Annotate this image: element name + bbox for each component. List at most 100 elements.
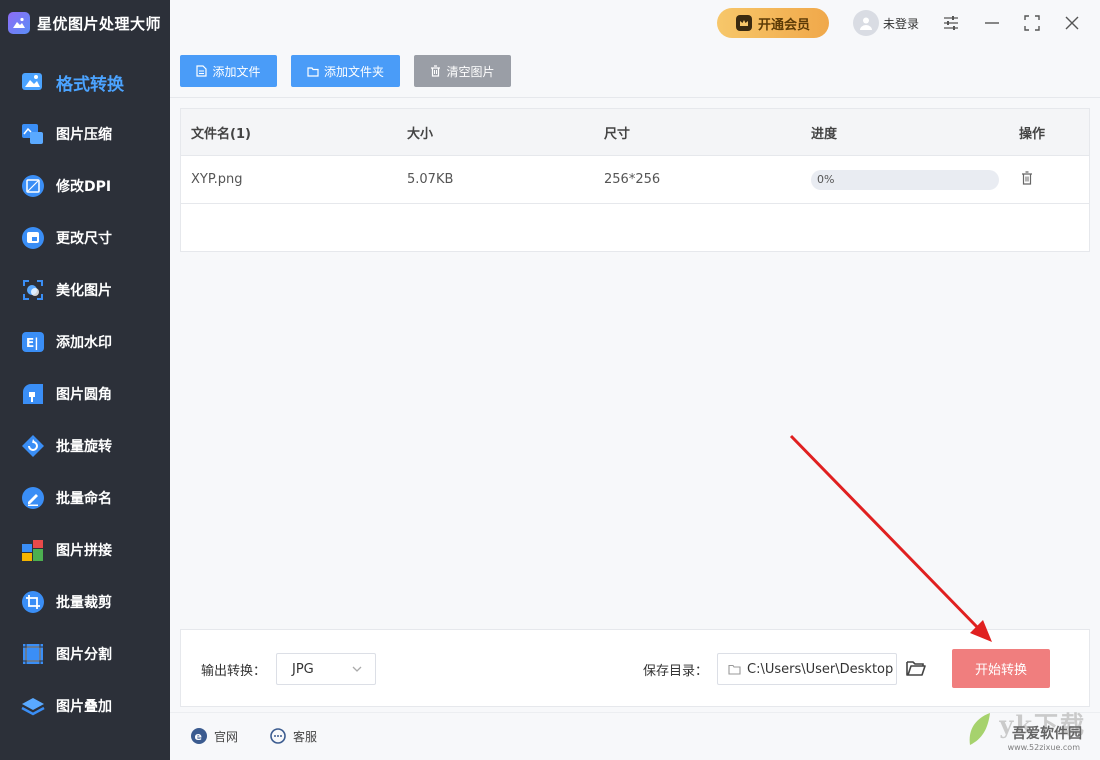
cell-filename: XYP.png	[191, 172, 243, 187]
split-icon	[20, 641, 46, 667]
start-convert-button[interactable]: 开始转换	[952, 649, 1050, 688]
rotate-icon	[20, 433, 46, 459]
sidebar-item-overlay[interactable]: 图片叠加	[0, 680, 170, 732]
crown-icon	[735, 15, 752, 31]
sidebar-item-label: 批量旋转	[56, 439, 112, 455]
add-folder-button[interactable]: 添加文件夹	[291, 55, 400, 87]
table-header: 文件名(1) 大小 尺寸 进度 操作	[181, 109, 1089, 156]
progress-text: 0%	[817, 173, 835, 186]
customer-service-link[interactable]: 客服	[269, 727, 317, 745]
leaf-logo-icon	[969, 713, 990, 745]
chat-icon	[270, 728, 286, 744]
overlay-icon	[20, 693, 46, 719]
header-size: 大小	[407, 126, 434, 142]
save-directory-field[interactable]: C:\Users\User\Desktop	[717, 653, 897, 685]
sidebar-item-rotate[interactable]: 批量旋转	[0, 420, 170, 472]
output-settings-panel: 输出转换： JPG 保存目录： C:\Users\User\Desktop 开始…	[180, 629, 1090, 707]
sidebar-item-format-convert[interactable]: 格式转换	[0, 56, 170, 108]
app-title: 星优图片处理大师	[37, 14, 162, 33]
dpi-icon	[20, 173, 46, 199]
sidebar-item-watermark[interactable]: E| 添加水印	[0, 316, 170, 368]
sidebar-item-label: 图片分割	[56, 647, 112, 663]
sidebar-item-compress[interactable]: 图片压缩	[0, 108, 170, 160]
header-progress: 进度	[811, 126, 838, 142]
maximize-icon[interactable]	[1021, 12, 1043, 34]
add-file-button[interactable]: 添加文件	[180, 55, 277, 87]
sidebar-item-resize[interactable]: 更改尺寸	[0, 212, 170, 264]
svg-text:e: e	[195, 730, 202, 743]
cell-dimensions: 256*256	[604, 172, 661, 187]
sidebar: 星优图片处理大师 格式转换 图片压缩 修改DPI 更改尺寸 美化图片 E| 添加…	[0, 0, 170, 760]
output-format-select[interactable]: JPG	[276, 653, 376, 685]
sidebar-item-label: 批量裁剪	[56, 595, 112, 611]
header-dimensions: 尺寸	[604, 126, 631, 142]
close-icon[interactable]	[1061, 12, 1083, 34]
sidebar-item-crop[interactable]: 批量裁剪	[0, 576, 170, 628]
output-format-value: JPG	[292, 661, 314, 677]
toolbar: 添加文件 添加文件夹 清空图片	[180, 55, 511, 87]
svg-text:E|: E|	[26, 336, 39, 350]
rename-icon	[20, 485, 46, 511]
site-watermark: yk下载 吾爱软件园 www.52zixue.com	[964, 707, 1094, 760]
sidebar-item-label: 图片压缩	[56, 127, 112, 143]
sidebar-item-dpi[interactable]: 修改DPI	[0, 160, 170, 212]
file-table: 文件名(1) 大小 尺寸 进度 操作 XYP.png 5.07KB 256*25…	[180, 108, 1090, 252]
browse-folder-icon[interactable]	[905, 658, 927, 680]
header-filename: 文件名(1)	[191, 126, 251, 142]
clear-images-button[interactable]: 清空图片	[414, 55, 511, 87]
settings-sliders-icon[interactable]	[940, 12, 962, 34]
sidebar-item-rename[interactable]: 批量命名	[0, 472, 170, 524]
sidebar-nav: 格式转换 图片压缩 修改DPI 更改尺寸 美化图片 E| 添加水印 图片圆角 批…	[0, 56, 170, 732]
delete-row-icon[interactable]	[1021, 170, 1033, 189]
sidebar-item-stitch[interactable]: 图片拼接	[0, 524, 170, 576]
sidebar-item-label: 图片叠加	[56, 699, 112, 715]
add-folder-label: 添加文件夹	[324, 64, 385, 79]
sidebar-item-label: 添加水印	[56, 335, 112, 351]
crop-icon	[20, 589, 46, 615]
format-convert-icon	[20, 69, 46, 95]
toolbar-divider	[170, 97, 1100, 98]
resize-icon	[20, 225, 46, 251]
output-format-label: 输出转换：	[201, 664, 267, 679]
watermark-icon: E|	[20, 329, 46, 355]
table-row[interactable]: XYP.png 5.07KB 256*256 0%	[181, 156, 1089, 204]
folder-icon	[307, 66, 319, 77]
vip-label: 开通会员	[757, 17, 810, 33]
app-logo-icon	[8, 12, 30, 34]
save-directory-label: 保存目录：	[643, 664, 709, 679]
sidebar-item-beautify[interactable]: 美化图片	[0, 264, 170, 316]
watermark-url-text: www.52zixue.com	[1007, 743, 1080, 752]
progress-bar: 0%	[811, 169, 999, 190]
sidebar-item-label: 图片圆角	[56, 387, 112, 403]
rounded-corner-icon	[20, 381, 46, 407]
trash-icon	[431, 65, 441, 77]
minimize-icon[interactable]	[981, 12, 1003, 34]
sidebar-item-rounded-corner[interactable]: 图片圆角	[0, 368, 170, 420]
sidebar-item-label: 批量命名	[56, 491, 112, 507]
beautify-icon	[20, 277, 46, 303]
file-icon	[196, 65, 208, 77]
watermark-cn-text: 吾爱软件园	[1012, 726, 1082, 742]
stitch-icon	[20, 537, 46, 563]
add-file-label: 添加文件	[212, 64, 261, 79]
sidebar-item-label: 更改尺寸	[56, 231, 112, 247]
folder-small-icon	[728, 664, 741, 675]
sidebar-item-label: 图片拼接	[56, 543, 112, 559]
clear-images-label: 清空图片	[446, 64, 495, 79]
sidebar-item-label: 美化图片	[56, 283, 112, 299]
brand: 星优图片处理大师	[0, 0, 170, 46]
header-actions: 操作	[1019, 126, 1046, 142]
customer-service-label: 客服	[293, 729, 318, 744]
official-site-link[interactable]: e 官网	[190, 727, 238, 745]
footer: e 官网 客服 yk下载 吾爱软件园 www.52zixue.com	[170, 710, 1100, 760]
user-login[interactable]: 未登录	[853, 10, 919, 36]
top-bar: 开通会员 未登录	[170, 0, 1100, 46]
sidebar-item-split[interactable]: 图片分割	[0, 628, 170, 680]
save-directory-value: C:\Users\User\Desktop	[747, 661, 894, 677]
chevron-down-icon	[352, 666, 362, 672]
cell-size: 5.07KB	[407, 172, 454, 187]
user-label: 未登录	[883, 16, 920, 31]
sidebar-item-label: 修改DPI	[56, 179, 112, 195]
vip-button[interactable]: 开通会员	[717, 8, 829, 38]
avatar-icon	[853, 10, 879, 36]
